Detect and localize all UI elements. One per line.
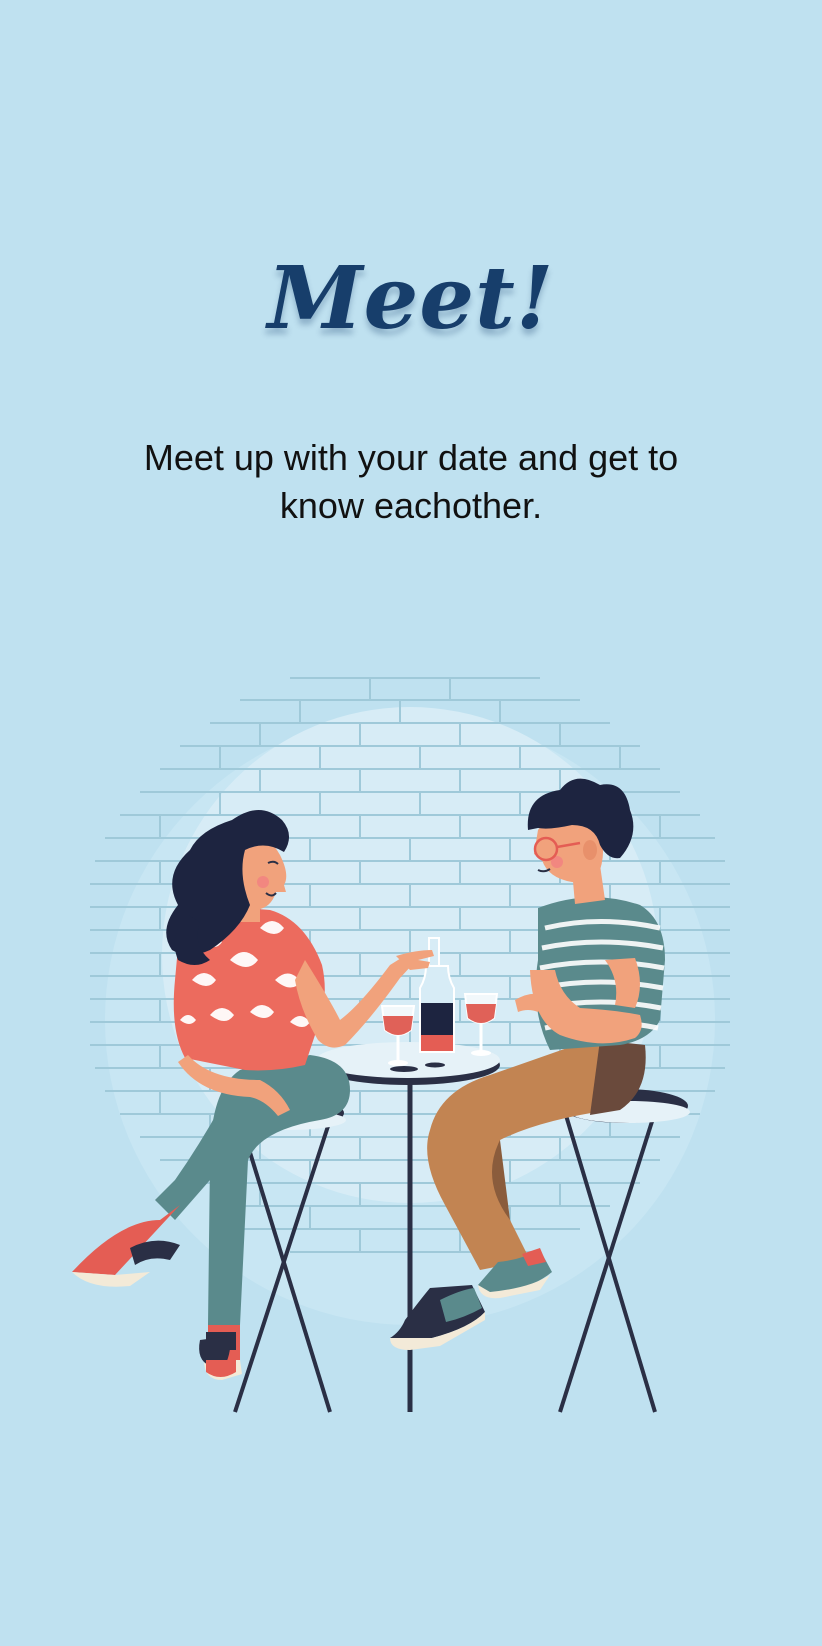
couple-on-date-illustration [60, 660, 760, 1420]
page-title: Meet! [267, 248, 555, 349]
page-description: Meet up with your date and get to know e… [143, 437, 679, 526]
onboarding-screen: Meet! Meet up with your date and get to … [0, 0, 822, 1646]
